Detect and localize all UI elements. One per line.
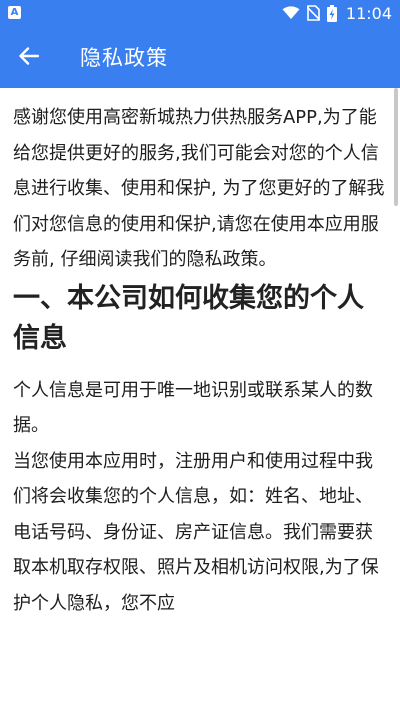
privacy-policy-content[interactable]: 感谢您使用高密新城热力供热服务APP,为了能给您提供更好的服务,我们可能会对您的… (0, 88, 400, 710)
back-button[interactable] (12, 41, 46, 75)
page-title: 隐私政策 (80, 46, 168, 70)
status-time: 11:04 (345, 3, 392, 23)
section-heading: 一、本公司如何收集您的个人信息 (13, 282, 364, 354)
wifi-icon (282, 6, 300, 20)
status-bar: A 11:04 (0, 0, 400, 26)
intro-paragraph: 感谢您使用高密新城热力供热服务APP,为了能给您提供更好的服务,我们可能会对您的… (13, 107, 385, 270)
definition-paragraph: 个人信息是可用于唯一地识别或联系某人的数据。 (13, 379, 373, 437)
app-bar: 隐私政策 (0, 26, 400, 88)
policy-text: 感谢您使用高密新城热力供热服务APP,为了能给您提供更好的服务,我们可能会对您的… (13, 100, 389, 621)
no-sim-icon (306, 5, 320, 21)
arrow-left-icon (19, 47, 40, 69)
battery-charging-icon (326, 4, 337, 22)
collection-paragraph: 当您使用本应用时，注册用户和使用过程中我们将会收集您的个人信息，如：姓名、地址、… (13, 450, 379, 614)
scrollbar[interactable] (394, 88, 398, 206)
app-notification-icon: A (8, 6, 21, 19)
status-icons: 11:04 (282, 3, 392, 23)
